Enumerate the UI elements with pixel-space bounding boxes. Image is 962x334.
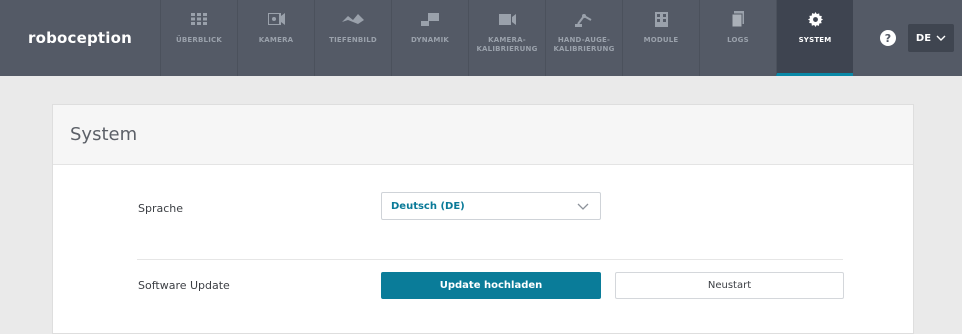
nav-label-tiefenbild: TIEFENBILD bbox=[329, 36, 377, 44]
nav-item-ueberblick[interactable]: ÜBERBLICK bbox=[160, 0, 237, 76]
restart-button[interactable]: Neustart bbox=[615, 272, 844, 299]
nav-label-system: SYSTEM bbox=[798, 36, 832, 44]
upload-update-button[interactable]: Update hochladen bbox=[381, 272, 601, 299]
brand-logo[interactable]: roboception bbox=[0, 0, 160, 76]
system-card: System Sprache Deutsch (DE) Software Upd… bbox=[52, 104, 914, 334]
software-update-label: Software Update bbox=[138, 279, 230, 292]
nav-item-logs[interactable]: LOGS bbox=[699, 0, 776, 76]
nav-item-module[interactable]: MODULE bbox=[622, 0, 699, 76]
grid-icon bbox=[191, 10, 207, 28]
robot-arm-icon bbox=[575, 10, 593, 28]
nav-item-tiefenbild[interactable]: TIEFENBILD bbox=[314, 0, 391, 76]
language-code: DE bbox=[915, 32, 932, 44]
help-icon[interactable]: ? bbox=[880, 30, 896, 46]
top-navbar: roboception ÜBERBLICK KAMERA TIEFENBILD … bbox=[0, 0, 962, 76]
language-select-value: Deutsch (DE) bbox=[391, 200, 465, 212]
nav-right-controls: ? DE bbox=[880, 0, 962, 76]
main-nav: ÜBERBLICK KAMERA TIEFENBILD DYNAMIK KAME bbox=[160, 0, 853, 76]
nav-item-dynamik[interactable]: DYNAMIK bbox=[391, 0, 468, 76]
camera-icon bbox=[267, 10, 285, 28]
dynamics-icon bbox=[421, 10, 439, 28]
camera-calibration-icon bbox=[498, 10, 516, 28]
nav-label-kamera: KAMERA bbox=[258, 36, 294, 44]
divider bbox=[137, 259, 843, 260]
chevron-down-icon bbox=[936, 33, 946, 44]
logs-icon bbox=[732, 10, 744, 28]
nav-label-kamera-kalibrierung: KAMERA- KALIBRIERUNG bbox=[476, 36, 538, 53]
language-label: Sprache bbox=[138, 202, 184, 215]
nav-item-hand-auge-kalibrierung[interactable]: HAND-AUGE- KALIBRIERUNG bbox=[545, 0, 622, 76]
gear-icon bbox=[807, 10, 823, 28]
nav-item-kamera[interactable]: KAMERA bbox=[237, 0, 314, 76]
nav-label-module: MODULE bbox=[643, 36, 679, 44]
nav-item-system[interactable]: SYSTEM bbox=[776, 0, 853, 76]
depth-icon bbox=[342, 10, 364, 28]
chevron-down-icon bbox=[577, 202, 589, 213]
nav-label-ueberblick: ÜBERBLICK bbox=[176, 36, 222, 44]
nav-label-hand-auge-kalibrierung: HAND-AUGE- KALIBRIERUNG bbox=[553, 36, 615, 53]
nav-label-logs: LOGS bbox=[727, 36, 749, 44]
language-select[interactable]: Deutsch (DE) bbox=[381, 192, 601, 220]
card-title: System bbox=[53, 105, 913, 165]
modules-icon bbox=[654, 10, 668, 28]
language-switcher[interactable]: DE bbox=[908, 24, 954, 52]
nav-label-dynamik: DYNAMIK bbox=[410, 36, 450, 44]
nav-item-kamera-kalibrierung[interactable]: KAMERA- KALIBRIERUNG bbox=[468, 0, 545, 76]
